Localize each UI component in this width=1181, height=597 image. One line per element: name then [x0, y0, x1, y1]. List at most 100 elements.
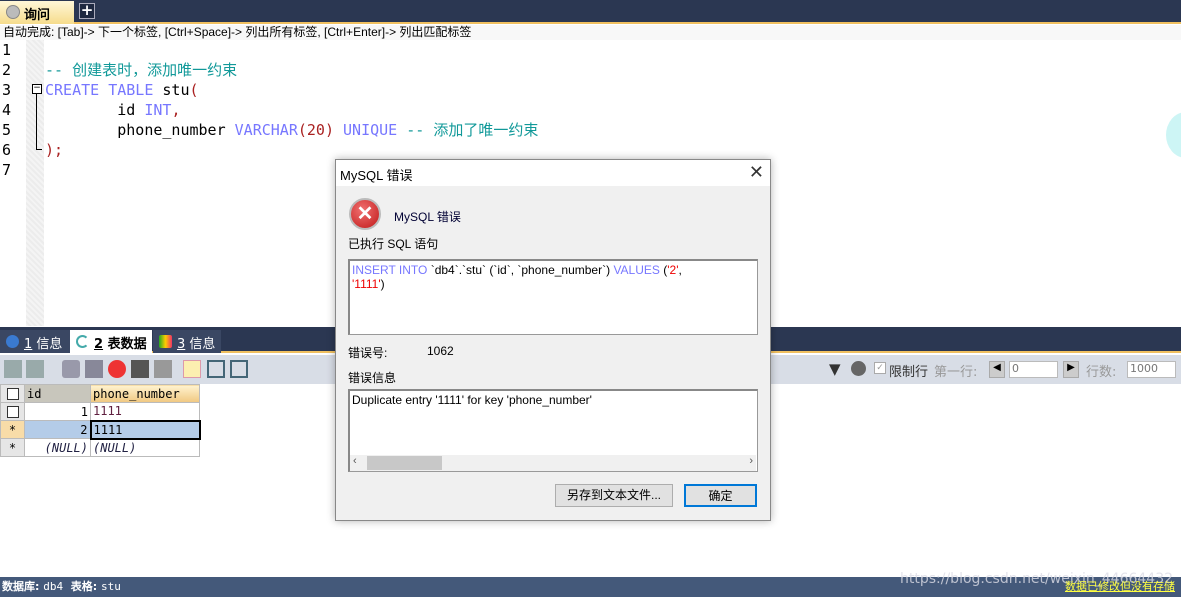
cell-phone-number[interactable]: 1111 — [90, 402, 200, 421]
row-checkbox[interactable] — [0, 402, 25, 421]
trash-icon[interactable] — [131, 360, 149, 378]
delete-icon[interactable] — [108, 360, 126, 378]
tab-num: 2 — [94, 337, 104, 352]
code-line-4: id INT, — [45, 100, 180, 120]
sql-string: '2' — [667, 263, 679, 277]
keyword: CREATE TABLE — [45, 81, 154, 99]
cancel-changes-icon[interactable] — [154, 360, 172, 378]
line-number: 6 — [2, 141, 12, 159]
line-number: 1 — [2, 41, 12, 59]
scrollbar-thumb[interactable] — [367, 456, 442, 470]
comment: -- 添加了唯一约束 — [397, 121, 539, 139]
tab-label: 表数据 — [103, 337, 147, 352]
rows-label: 行数: — [1086, 365, 1117, 380]
code-line-3: CREATE TABLE stu( — [45, 80, 199, 100]
form-view-icon[interactable] — [207, 360, 225, 378]
cell-phone-number[interactable]: 1111 — [89, 419, 201, 440]
refresh-icon — [76, 335, 89, 348]
row-marker[interactable]: * — [0, 420, 25, 439]
sql-text: `db4`.`stu` (`id`, `phone_number`) — [427, 263, 614, 277]
result-grid: id phone_number 1 1111 * 2 1111 * (NULL) (NULL… — [0, 384, 201, 457]
tab-messages-3[interactable]: 3 信息 — [153, 330, 221, 353]
cell-id[interactable]: 2 — [24, 420, 91, 439]
sql-text: , — [678, 263, 682, 277]
dialog-title: MySQL 错误 — [336, 160, 770, 186]
rows-input[interactable]: 1000 — [1127, 361, 1176, 378]
prev-page-button[interactable]: ◀ — [989, 361, 1005, 378]
query-tab[interactable]: 询问 — [0, 1, 74, 24]
sync-icon[interactable] — [851, 361, 866, 376]
table-row: * 2 1111 — [0, 419, 201, 440]
sql-keyword: INSERT INTO — [352, 263, 428, 277]
first-row-label: 第一行: — [934, 365, 978, 380]
column-header-id[interactable]: id — [24, 384, 91, 403]
ok-button[interactable]: 确定 — [684, 484, 757, 507]
errno-label: 错误号: — [348, 346, 388, 360]
mysql-error-dialog: MySQL 错误 ✕ ✕ MySQL 错误 已执行 SQL 语句 INSERT … — [335, 159, 771, 521]
status-bar: 数据库: db4 表格: stu https://blog.csdn.net/w… — [0, 571, 1181, 597]
punct: ( — [189, 81, 199, 99]
limit-rows-checkbox[interactable]: ✓ — [874, 362, 886, 374]
error-message-textbox[interactable]: Duplicate entry '1111' for key 'phone_nu… — [348, 389, 758, 472]
sql-label: 已执行 SQL 语句 — [348, 237, 439, 251]
error-message: Duplicate entry '1111' for key 'phone_nu… — [352, 393, 592, 407]
line-number: 5 — [2, 121, 12, 139]
horizontal-scrollbar[interactable]: ‹ › — [350, 455, 756, 471]
filter-icon[interactable]: ▼ — [829, 360, 841, 378]
info-icon — [6, 335, 19, 348]
table-row: * (NULL) (NULL) — [0, 438, 200, 457]
unsaved-changes-link[interactable]: 数据已修改但没有存储 — [1065, 577, 1175, 597]
add-tab-button[interactable]: + — [79, 3, 95, 19]
scroll-right-icon[interactable]: › — [749, 455, 753, 467]
keyword: UNIQUE — [334, 121, 398, 139]
db-label: 数据库: — [2, 580, 40, 593]
close-icon[interactable]: ✕ — [749, 162, 764, 183]
sql-text: ) — [380, 277, 385, 291]
errno-value: 1062 — [427, 344, 454, 358]
text-view-icon[interactable] — [230, 360, 248, 378]
limit-rows-label: 限制行 — [889, 365, 929, 380]
keyword: VARCHAR — [234, 121, 298, 139]
first-row-input[interactable]: 0 — [1009, 361, 1058, 378]
identifier: stu — [153, 81, 190, 99]
add-row-icon[interactable] — [62, 360, 80, 378]
table-label: 表格: — [70, 580, 98, 593]
query-icon — [6, 5, 20, 19]
cell-phone-number[interactable]: (NULL) — [90, 438, 200, 457]
dialog-heading: MySQL 错误 — [394, 210, 461, 224]
export-icon[interactable] — [4, 360, 22, 378]
tab-label: 信息 — [185, 337, 216, 352]
tab-messages-1[interactable]: 1 信息 — [0, 330, 70, 353]
row-marker[interactable]: * — [0, 438, 25, 457]
error-message-label: 错误信息 — [348, 371, 397, 385]
table-row: 1 1111 — [0, 402, 200, 421]
fold-collapse-icon[interactable]: − — [32, 84, 42, 94]
fold-line — [36, 94, 42, 150]
sql-textbox[interactable]: INSERT INTO `db4`.`stu` (`id`, `phone_nu… — [348, 259, 758, 335]
column-header-phone-number[interactable]: phone_number — [90, 384, 200, 403]
line-number: 2 — [2, 61, 12, 79]
punct: , — [171, 101, 181, 119]
grid-view-icon[interactable] — [183, 360, 201, 378]
grid-header: id phone_number — [0, 384, 200, 403]
code-line-6: ); — [45, 141, 64, 159]
identifier: id — [45, 101, 145, 119]
error-icon: ✕ — [349, 198, 381, 230]
select-all-checkbox[interactable] — [0, 384, 25, 403]
tab-table-data[interactable]: 2 表数据 — [70, 330, 152, 353]
query-tab-bar — [0, 0, 1181, 24]
next-page-button[interactable]: ▶ — [1063, 361, 1079, 378]
sql-string: '1111' — [352, 277, 381, 291]
code-line-2: -- 创建表时，添加唯一约束 — [45, 61, 238, 79]
save-to-text-file-button[interactable]: 另存到文本文件... — [555, 484, 673, 507]
import-dropdown-icon[interactable] — [26, 360, 44, 378]
cell-id[interactable]: 1 — [24, 402, 91, 421]
line-number: 4 — [2, 101, 12, 119]
cell-id[interactable]: (NULL) — [24, 438, 91, 457]
line-number: 3 — [2, 81, 12, 99]
table-name: stu — [101, 580, 121, 593]
duplicate-row-icon[interactable] — [85, 360, 103, 378]
chart-icon — [159, 335, 172, 348]
scroll-left-icon[interactable]: ‹ — [353, 455, 357, 467]
number: (20) — [297, 121, 334, 139]
